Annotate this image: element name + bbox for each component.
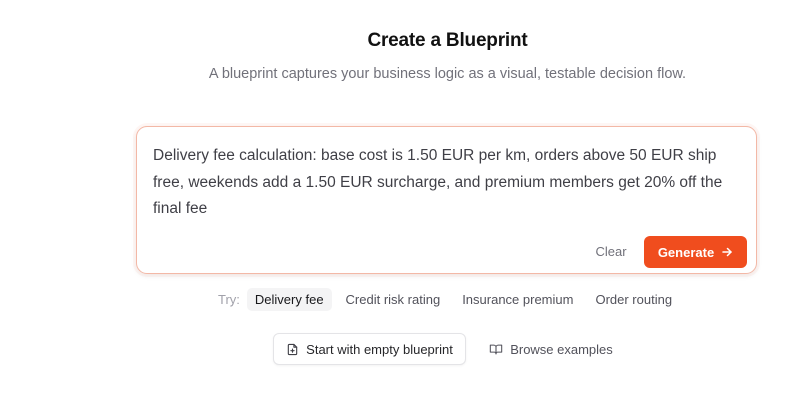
arrow-right-icon [721, 246, 733, 258]
suggestion-chip-order-routing[interactable]: Order routing [587, 288, 680, 311]
clear-button[interactable]: Clear [587, 237, 635, 267]
start-empty-blueprint-label: Start with empty blueprint [306, 341, 453, 357]
generate-button[interactable]: Generate [644, 236, 747, 268]
suggestion-chip-credit-risk-rating[interactable]: Credit risk rating [338, 288, 449, 311]
browse-examples-button[interactable]: Browse examples [486, 333, 616, 365]
blueprint-prompt-input[interactable]: Delivery fee calculation: base cost is 1… [153, 143, 743, 223]
file-plus-icon [286, 343, 299, 356]
book-open-icon [489, 343, 503, 356]
create-blueprint-page: Create a Blueprint A blueprint captures … [0, 0, 800, 420]
suggestion-chip-insurance-premium[interactable]: Insurance premium [454, 288, 581, 311]
page-title: Create a Blueprint [367, 30, 528, 51]
page-subtitle: A blueprint captures your business logic… [208, 66, 687, 82]
suggestion-label: Try: [218, 291, 240, 307]
blueprint-prompt-box[interactable]: Delivery fee calculation: base cost is 1… [136, 126, 757, 274]
suggestion-row: Try: Delivery fee Credit risk rating Ins… [218, 287, 686, 311]
suggestion-chip-delivery-fee[interactable]: Delivery fee [246, 287, 332, 311]
start-empty-blueprint-button[interactable]: Start with empty blueprint [273, 333, 466, 365]
generate-button-label: Generate [657, 244, 715, 260]
browse-examples-label: Browse examples [510, 341, 613, 357]
